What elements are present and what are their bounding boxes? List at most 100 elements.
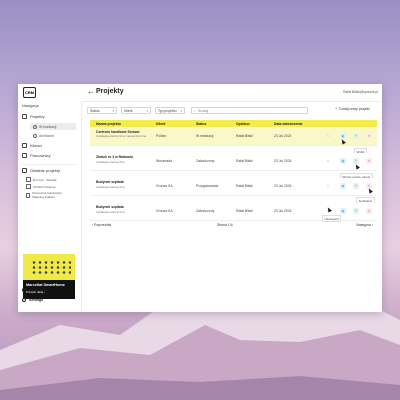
sidebar-item-label: Pracownicy — [30, 153, 51, 158]
sidebar-item-clients[interactable]: Klienci — [22, 143, 42, 148]
owner-cell: Rafał Bilski — [236, 134, 253, 138]
sidebar-subitem-label: W realizacji — [39, 124, 57, 129]
sidebar-subitem-archive[interactable]: Archiwum — [30, 132, 76, 139]
status-cell: Zakończony — [196, 159, 215, 163]
sidebar-subitem-label: Archiwum — [39, 133, 54, 138]
circle-icon — [33, 124, 37, 129]
app-logo[interactable]: CRM — [23, 87, 36, 98]
column-header[interactable]: Nazwa projektu — [96, 122, 121, 126]
sidebar-item-projects[interactable]: Projekty — [22, 114, 44, 119]
settings-link[interactable]: Settings — [22, 298, 43, 302]
recent-project-item[interactable]: Eri Foot - Gdańsk — [26, 177, 57, 182]
search-input[interactable]: ⌕ Szukaj — [191, 107, 308, 114]
date-cell: 23 Jul 2024 — [274, 209, 292, 213]
sidebar-item-employees[interactable]: Pracownicy — [22, 153, 50, 158]
back-arrow-icon[interactable]: ← — [87, 87, 95, 96]
delete-icon[interactable]: ✕ — [366, 133, 372, 139]
edit-icon[interactable]: ✎ — [353, 133, 359, 139]
edit-icon[interactable]: ✎ — [353, 183, 359, 189]
help-icon — [22, 288, 26, 292]
view-icon[interactable]: ◉ — [340, 158, 346, 164]
project-description: Instalacja elektryczna — [96, 210, 125, 214]
share-icon[interactable]: < — [325, 158, 331, 164]
date-cell: 23 Jul 2024 — [274, 134, 292, 138]
file-icon — [26, 192, 31, 198]
plus-icon: + — [335, 107, 338, 111]
sidebar-recent-projects[interactable]: Ostatnie projekty — [22, 168, 60, 173]
file-icon — [26, 177, 31, 182]
filter-bar: Status ▾ Klient ▾ Typ projektu ▾ — [87, 107, 185, 115]
project-name: Złobek nr 3 w Radomiu — [96, 155, 134, 159]
page-indicator: Strona 1/4 — [217, 223, 233, 227]
sidebar: Nawigacja Projekty W realizacji Archiwum… — [18, 101, 82, 312]
tooltip: Udostępnij — [322, 215, 342, 222]
sidebar-item-label: Ostatnie projekty — [30, 168, 61, 173]
sidebar-item-label: Klienci — [30, 143, 42, 148]
sidebar-heading: Nawigacja — [22, 104, 39, 108]
client-cell: Poldex — [156, 134, 167, 138]
column-header[interactable]: Status — [196, 122, 206, 126]
app-window: CRM ← Projekty Rafal.Bilski@sprechr.pl N… — [18, 84, 382, 312]
user-email[interactable]: Rafal.Bilski@sprechr.pl — [343, 90, 378, 94]
status-cell: Zakończony — [196, 209, 215, 213]
prev-page-button[interactable]: ‹ Poprzednia — [92, 223, 111, 227]
project-description: Instalacje elektryczne — [96, 160, 125, 164]
table-header: Nazwa projektu Klient Status Opiekun Dat… — [90, 120, 377, 127]
next-page-button[interactable]: Następna › — [356, 223, 373, 227]
chevron-down-icon: ▾ — [112, 108, 114, 113]
type-filter[interactable]: Typ projektu ▾ — [155, 107, 185, 114]
gear-icon — [22, 298, 26, 302]
recent-project-item[interactable]: Pracownia Gastrobary Mapping Kraków — [26, 191, 74, 199]
table-row[interactable]: Centrum handlowe Serowe Instalacja elekt… — [90, 128, 377, 146]
promo-pattern — [31, 260, 71, 274]
pagination: ‹ Poprzednia Strona 1/4 Następna › — [90, 223, 377, 229]
promo-card[interactable]: Marcellat SmartHome Przejdź dalej › — [23, 254, 75, 299]
view-icon[interactable]: ◉ — [340, 208, 346, 214]
client-cell: Grunza SA — [156, 184, 173, 188]
chevron-down-icon: ▾ — [180, 108, 182, 113]
client-cell: Grunza SA — [156, 209, 173, 213]
delete-icon[interactable]: ✕ — [366, 208, 372, 214]
chevron-down-icon: ▾ — [146, 108, 148, 113]
help-center-link[interactable]: Help Center — [22, 288, 49, 292]
owner-cell: Rafał Bilski — [236, 184, 253, 188]
project-description: Instalacja elektryczna i teletechniczna — [96, 134, 147, 138]
owner-cell: Rafał Bilski — [236, 159, 253, 163]
date-cell: 23 Jul 2024 — [274, 159, 292, 163]
client-cell: Wozimada — [156, 159, 172, 163]
file-icon — [26, 184, 31, 189]
users-icon — [22, 153, 27, 158]
table-row[interactable]: Złobek nr 3 w Radomiu Instalacje elektry… — [90, 153, 377, 171]
owner-cell: Rafał Bilski — [236, 209, 253, 213]
page-title: Projekty — [96, 88, 124, 95]
circle-icon — [33, 133, 37, 138]
top-bar: CRM ← Projekty Rafal.Bilski@sprechr.pl — [18, 84, 382, 102]
delete-icon[interactable]: ✕ — [366, 158, 372, 164]
project-name: Budynek szpitala — [96, 205, 124, 209]
project-name: Budynek szpitala — [96, 180, 124, 184]
status-filter[interactable]: Status ▾ — [87, 107, 117, 114]
share-icon[interactable]: < — [325, 183, 331, 189]
status-cell: Przygotowania — [196, 184, 219, 188]
add-project-button[interactable]: + Dodaj nowy projekt — [335, 107, 370, 111]
column-header[interactable]: Data zakończenia — [274, 122, 302, 126]
client-filter[interactable]: Klient ▾ — [121, 107, 151, 114]
status-cell: W realizacji — [196, 134, 214, 138]
column-header[interactable]: Klient — [156, 122, 165, 126]
view-icon[interactable]: ◉ — [340, 183, 346, 189]
project-description: Instalacja elektryczna — [96, 185, 125, 189]
promo-title: Marcellat SmartHome — [26, 283, 65, 287]
sidebar-item-label: Projekty — [30, 114, 45, 119]
sidebar-subitem-in-progress[interactable]: W realizacji — [30, 123, 76, 130]
search-icon: ⌕ — [194, 108, 196, 113]
table-row[interactable]: Budynek szpitala Instalacja elektryczna … — [90, 178, 377, 196]
share-icon[interactable]: < — [325, 133, 331, 139]
folder-icon — [22, 114, 27, 119]
user-icon — [22, 143, 27, 148]
sidebar-divider — [22, 164, 77, 165]
folder-icon — [22, 168, 27, 173]
column-header[interactable]: Opiekun — [236, 122, 250, 126]
edit-icon[interactable]: ✎ — [353, 208, 359, 214]
date-cell: 23 Jul 2024 — [274, 184, 292, 188]
recent-project-item[interactable]: Al Park Kobierna — [26, 184, 56, 189]
